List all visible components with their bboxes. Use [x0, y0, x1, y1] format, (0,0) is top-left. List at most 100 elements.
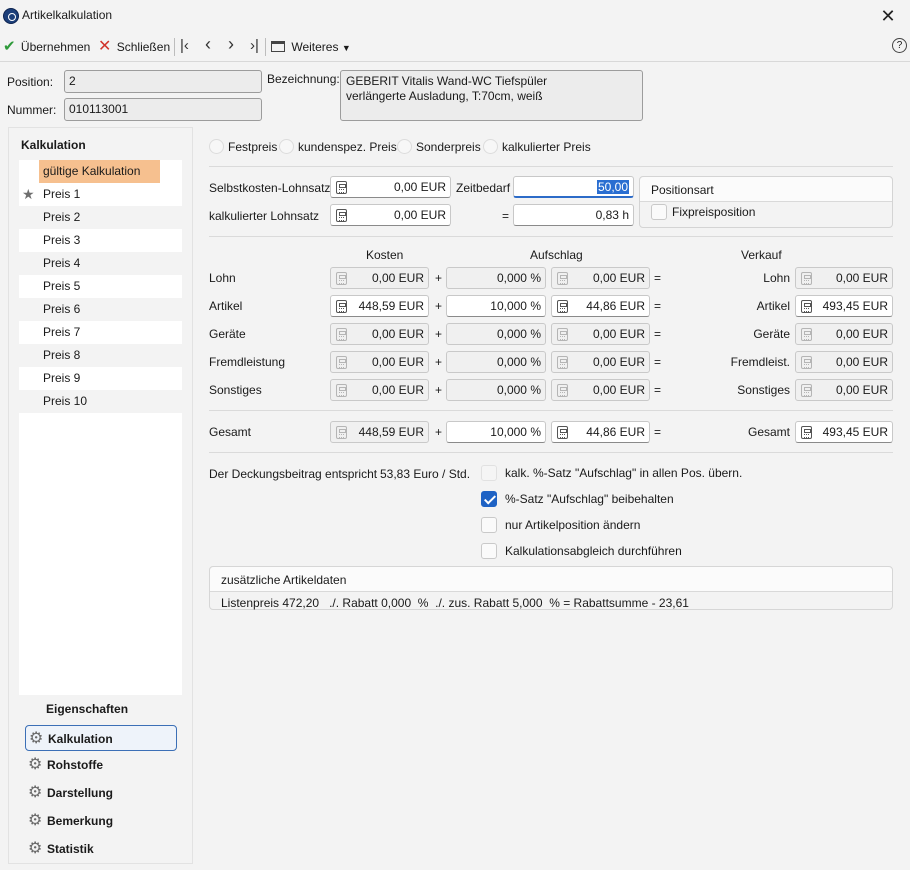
window-list-icon — [271, 41, 285, 52]
row-label-gesamt: Gesamt — [209, 425, 252, 439]
list-item-preis-4[interactable]: Preis 4 — [19, 252, 182, 275]
list-item-label: Preis 10 — [43, 394, 88, 408]
percent-gesamt[interactable]: 10,000 % — [446, 421, 546, 443]
sonderpreis-label: Sonderpreis — [416, 140, 481, 154]
list-item-preis-9[interactable]: Preis 9 — [19, 367, 182, 390]
aufschlag-geraete: 0,00 EUR — [551, 323, 650, 345]
fixpreis-checkbox[interactable] — [651, 204, 667, 220]
list-item-preis-7[interactable]: Preis 7 — [19, 321, 182, 344]
chevron-down-icon: ▼ — [341, 43, 351, 53]
toolbar-separator — [174, 38, 175, 56]
checkbox-keep-aufschlag[interactable] — [481, 491, 497, 507]
list-price-discount-text: Listenpreis 472,20 ./. Rabatt 0,000 % ./… — [221, 596, 689, 610]
apply-button[interactable]: ✔ Übernehmen — [3, 38, 90, 56]
calculator-icon[interactable] — [557, 300, 568, 313]
verkauf-artikel[interactable]: 493,45 EUR — [795, 295, 893, 317]
aufschlag-value: 0,00 EUR — [592, 355, 645, 369]
equals-sign: = — [654, 425, 662, 439]
nav-kalkulation[interactable]: ⚙ Kalkulation — [25, 725, 177, 751]
selbstkosten-input[interactable]: 0,00 EUR — [330, 176, 451, 198]
nav-statistik[interactable]: ⚙ Statistik — [25, 836, 177, 862]
radio-kundenspez[interactable] — [279, 139, 294, 154]
calculator-icon — [801, 272, 812, 285]
last-record-icon[interactable]: ›| — [250, 36, 259, 56]
verkauf-gesamt[interactable]: 493,45 EUR — [795, 421, 893, 443]
aufschlag-gesamt[interactable]: 44,86 EUR — [551, 421, 650, 443]
plus-sign: + — [435, 327, 443, 341]
list-item-label: Preis 1 — [43, 187, 81, 201]
kalk-lohnsatz-input[interactable]: 0,00 EUR — [330, 204, 451, 226]
gear-icon: ⚙ — [28, 812, 43, 829]
equals-sign: = — [654, 299, 662, 313]
zeitbedarf-value: 50,00 — [596, 180, 629, 194]
calculator-icon[interactable] — [801, 426, 812, 439]
equals-sign: = — [654, 355, 662, 369]
calculator-icon — [801, 356, 812, 369]
more-menu-button[interactable]: Weiteres ▼ — [271, 38, 351, 56]
bezeichnung-field[interactable]: GEBERIT Vitalis Wand-WC Tiefspüler verlä… — [340, 70, 643, 121]
nav-darstellung[interactable]: ⚙ Darstellung — [25, 780, 177, 806]
bezeichnung-line-1: GEBERIT Vitalis Wand-WC Tiefspüler — [346, 74, 548, 88]
kosten-geraete: 0,00 EUR — [330, 323, 429, 345]
radio-kalkulierter-preis[interactable] — [483, 139, 498, 154]
list-item-preis-8[interactable]: Preis 8 — [19, 344, 182, 367]
radio-sonderpreis[interactable] — [397, 139, 412, 154]
additional-article-data-title: zusätzliche Artikeldaten — [221, 573, 347, 587]
list-item-label: Preis 2 — [43, 210, 81, 224]
row-label-fremdleistung: Fremdleistung — [209, 355, 286, 369]
nav-rohstoffe[interactable]: ⚙ Rohstoffe — [25, 752, 177, 778]
kosten-artikel[interactable]: 448,59 EUR — [330, 295, 429, 317]
list-item-preis-6[interactable]: Preis 6 — [19, 298, 182, 321]
aufschlag-fremdleistung: 0,00 EUR — [551, 351, 650, 373]
additional-article-data-box: zusätzliche Artikeldaten Listenpreis 472… — [209, 566, 893, 610]
calculator-icon[interactable] — [336, 209, 347, 222]
verkauf-value: 0,00 EUR — [835, 355, 888, 369]
nummer-field[interactable]: 010113001 — [64, 98, 262, 121]
apply-label: Übernehmen — [20, 40, 91, 54]
equals-sign: = — [654, 271, 662, 285]
gear-icon: ⚙ — [28, 756, 43, 773]
list-item-preis-10[interactable]: Preis 10 — [19, 390, 182, 413]
calculator-icon[interactable] — [801, 300, 812, 313]
row-label-geraete: Geräte — [209, 327, 246, 341]
help-button[interactable]: ? — [892, 38, 907, 53]
calculator-icon[interactable] — [336, 300, 347, 313]
list-item-valid-calculation[interactable]: gültige Kalkulation — [39, 160, 160, 183]
star-icon: ★ — [22, 186, 35, 202]
list-item-preis-1[interactable]: ★ Preis 1 — [19, 183, 182, 206]
kosten-value: 448,59 EUR — [358, 299, 424, 313]
percent-artikel[interactable]: 10,000 % — [446, 295, 546, 317]
zeitbedarf-input[interactable]: 50,00 — [513, 176, 634, 198]
close-x-icon: ✕ — [98, 38, 112, 55]
checkbox-calculation-sync[interactable] — [481, 543, 497, 559]
toolbar-divider — [0, 61, 910, 62]
nav-bemerkung[interactable]: ⚙ Bemerkung — [25, 808, 177, 834]
calculation-list[interactable]: gültige Kalkulation ★ Preis 1 Preis 2 Pr… — [19, 160, 182, 695]
calculator-icon[interactable] — [336, 181, 347, 194]
aufschlag-value: 44,86 EUR — [586, 425, 645, 439]
kosten-value: 0,00 EUR — [371, 383, 424, 397]
aufschlag-value: 0,00 EUR — [592, 383, 645, 397]
bezeichnung-label: Bezeichnung: — [267, 72, 340, 86]
nav-label: Bemerkung — [47, 814, 114, 828]
checkbox-aufschlag-all-positions[interactable] — [481, 465, 497, 481]
calculator-icon — [801, 384, 812, 397]
calculator-icon[interactable] — [557, 426, 568, 439]
aufschlag-artikel[interactable]: 44,86 EUR — [551, 295, 650, 317]
radio-festpreis[interactable] — [209, 139, 224, 154]
list-item-preis-5[interactable]: Preis 5 — [19, 275, 182, 298]
close-button[interactable]: ✕ Schließen — [98, 38, 170, 56]
kosten-header: Kosten — [366, 248, 404, 262]
checkbox-only-article-position[interactable] — [481, 517, 497, 533]
toolbar-separator — [265, 38, 266, 56]
list-item-preis-3[interactable]: Preis 3 — [19, 229, 182, 252]
list-item-preis-2[interactable]: Preis 2 — [19, 206, 182, 229]
toolbar: ✔ Übernehmen ✕ Schließen |‹ ‹ › ›| Weite… — [0, 34, 910, 60]
position-field[interactable]: 2 — [64, 70, 262, 93]
next-record-icon[interactable]: › — [228, 34, 234, 54]
verkauf-label-gesamt: Gesamt — [747, 425, 790, 439]
gear-icon: ⚙ — [28, 840, 43, 857]
first-record-icon[interactable]: |‹ — [180, 36, 189, 56]
previous-record-icon[interactable]: ‹ — [205, 34, 211, 54]
window-close-button[interactable]: ✕ — [876, 4, 900, 28]
